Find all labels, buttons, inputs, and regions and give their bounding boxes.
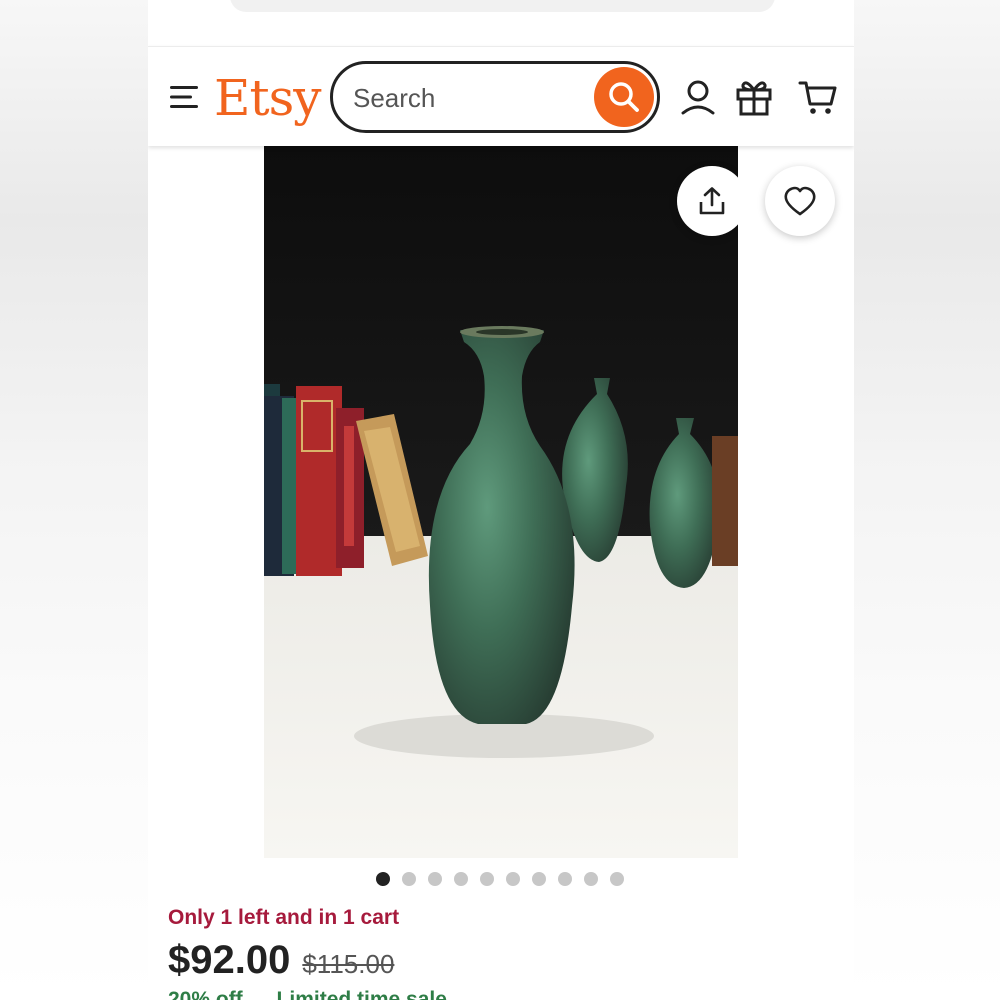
account-icon	[681, 80, 715, 115]
sale-price: $92.00	[168, 938, 291, 982]
carousel-dot[interactable]	[584, 872, 598, 886]
mobile-page: Etsy Search Only 1 left and in 1 cart $9…	[148, 0, 854, 1000]
heart-icon	[784, 186, 816, 216]
cart-icon	[798, 81, 837, 114]
product-image[interactable]	[264, 146, 738, 858]
carousel-dot[interactable]	[506, 872, 520, 886]
account-button[interactable]	[678, 77, 718, 117]
site-header: Etsy	[148, 46, 854, 146]
carousel-dot[interactable]	[480, 872, 494, 886]
search-button[interactable]	[594, 67, 654, 127]
carousel-dot[interactable]	[558, 872, 572, 886]
discount-label: 20% off	[168, 988, 243, 1000]
gift-button[interactable]	[734, 77, 774, 117]
carousel-dot[interactable]	[610, 872, 624, 886]
gift-icon	[736, 81, 772, 116]
favorite-button[interactable]	[765, 166, 835, 236]
carousel-dot[interactable]	[454, 872, 468, 886]
carousel-dot[interactable]	[402, 872, 416, 886]
etsy-logo[interactable]: Etsy	[214, 63, 321, 133]
browser-address-bar[interactable]	[230, 0, 775, 12]
sale-note: Limited time sale	[276, 988, 447, 1000]
product-photo	[264, 146, 738, 858]
share-icon	[699, 187, 725, 215]
search-icon	[609, 82, 639, 112]
image-carousel-indicator	[376, 872, 624, 888]
browser-top-area	[148, 0, 854, 46]
blurred-left-background	[0, 0, 148, 1000]
original-price: $115.00	[302, 949, 395, 979]
carousel-dot[interactable]	[532, 872, 546, 886]
price-row: $92.00 $115.00	[168, 938, 394, 988]
blurred-right-background	[854, 0, 1000, 1000]
carousel-dot[interactable]	[376, 872, 390, 886]
carousel-dot[interactable]	[428, 872, 442, 886]
cart-button[interactable]	[798, 77, 838, 117]
sale-info: 20% off Limited time sale	[168, 988, 447, 1000]
menu-icon	[170, 86, 198, 108]
share-button[interactable]	[677, 166, 738, 236]
search-bar	[330, 61, 660, 133]
stock-notice: Only 1 left and in 1 cart	[168, 906, 400, 929]
menu-button[interactable]	[168, 83, 200, 111]
search-input[interactable]	[353, 74, 583, 122]
